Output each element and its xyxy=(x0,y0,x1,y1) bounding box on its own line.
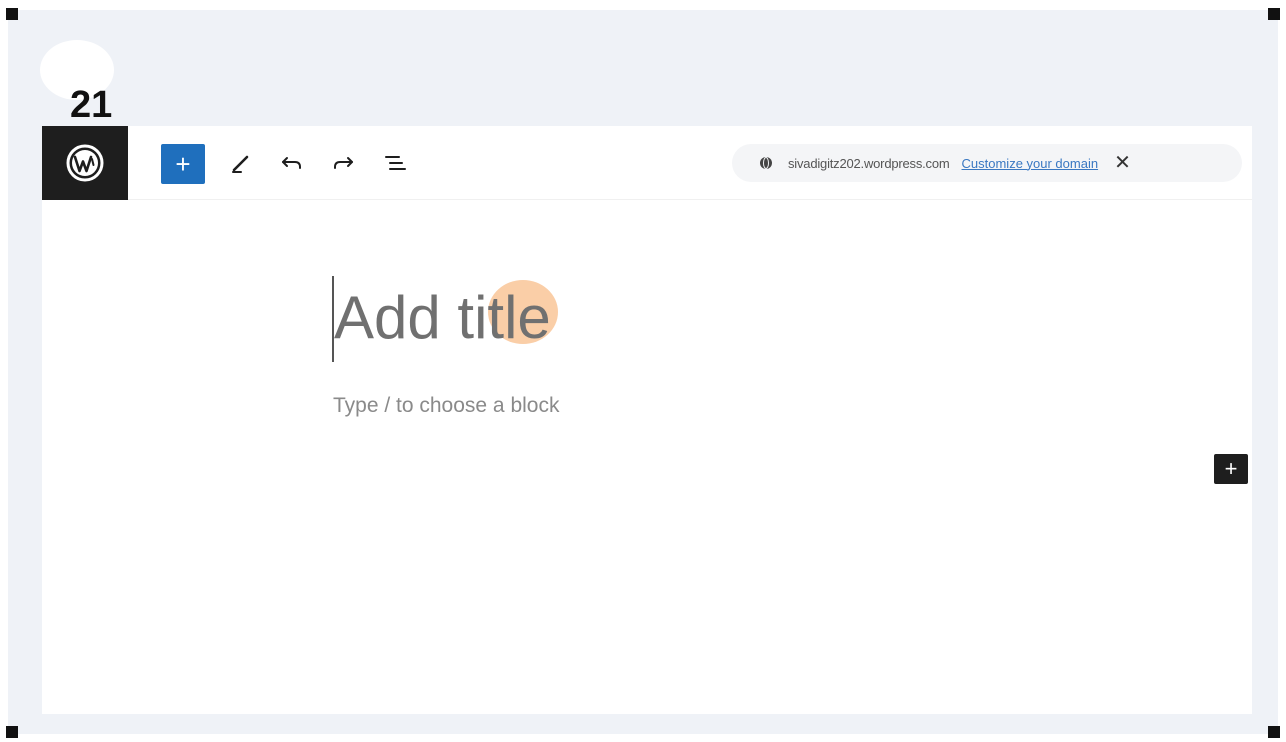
block-inserter-button[interactable]: + xyxy=(161,144,205,184)
frame-corner xyxy=(1268,8,1280,20)
list-view-icon xyxy=(385,156,406,170)
block-placeholder[interactable]: Type / to choose a block xyxy=(333,394,559,418)
undo-button[interactable] xyxy=(277,146,307,180)
site-url: sivadigitz202.wordpress.com xyxy=(788,155,950,171)
add-block-button[interactable]: + xyxy=(1214,454,1248,484)
customize-domain-link[interactable]: Customize your domain xyxy=(962,156,1099,171)
close-icon[interactable]: ✕ xyxy=(1114,153,1131,173)
editor-toolbar: + sivadigitz202.wordpress.com Customize … xyxy=(42,126,1252,200)
wordpress-logo-icon xyxy=(66,144,104,182)
post-title-field[interactable]: Add title xyxy=(334,282,551,354)
undo-icon xyxy=(282,157,301,169)
globe-icon xyxy=(760,157,772,169)
tools-button[interactable] xyxy=(226,146,256,180)
wordpress-logo-button[interactable] xyxy=(42,126,128,200)
pencil-icon xyxy=(232,155,249,173)
block-editor: + sivadigitz202.wordpress.com Customize … xyxy=(42,126,1252,714)
step-number: 21 xyxy=(70,84,113,126)
redo-icon xyxy=(334,157,353,169)
domain-notice-bar: sivadigitz202.wordpress.com Customize yo… xyxy=(732,144,1242,182)
frame-corner xyxy=(6,726,18,738)
frame-corner xyxy=(6,8,18,20)
frame-corner xyxy=(1268,726,1280,738)
list-view-button[interactable] xyxy=(380,146,410,180)
redo-button[interactable] xyxy=(328,146,358,180)
